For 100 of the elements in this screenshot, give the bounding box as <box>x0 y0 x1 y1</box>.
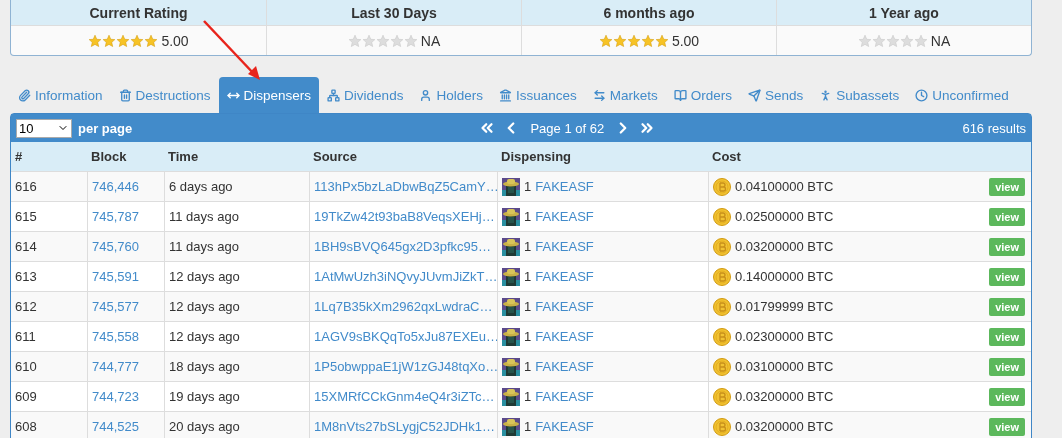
star-icon <box>403 33 418 48</box>
column-header: # <box>11 142 87 172</box>
star-icon <box>347 33 362 48</box>
coin-icon <box>713 417 731 436</box>
per-page-select[interactable]: 10 <box>16 118 72 138</box>
quantity: 1 <box>524 239 532 254</box>
view-button[interactable]: view <box>989 267 1025 286</box>
table-cell: 11 days ago <box>164 202 309 232</box>
quantity: 1 <box>524 419 532 434</box>
asset-link[interactable]: FAKEASF <box>535 359 594 374</box>
rating-header: Current Rating <box>11 0 266 25</box>
star-icon <box>885 33 900 48</box>
tab[interactable]: Sends <box>740 77 812 113</box>
tab[interactable]: Destructions <box>110 77 219 113</box>
table-cell: 6 days ago <box>164 172 309 202</box>
clock-icon <box>915 88 929 102</box>
star-icon <box>389 33 404 48</box>
star-icon <box>654 33 669 48</box>
source-link[interactable]: 1AGV9sBKQqTo5xJu87EXEu… <box>314 329 497 344</box>
asset-link[interactable]: FAKEASF <box>535 389 594 404</box>
coin-icon <box>713 297 731 316</box>
tab[interactable]: Markets <box>584 77 666 113</box>
source-link[interactable]: 1AtMwUzh3iNQvyJUvmJiZkT… <box>314 269 497 284</box>
column-header: Source <box>309 142 497 172</box>
quantity: 1 <box>524 359 532 374</box>
coin-icon <box>713 177 731 196</box>
asset-link[interactable]: FAKEASF <box>535 299 594 314</box>
cost-amount: 0.04100000 BTC <box>735 179 834 194</box>
asset-link[interactable]: FAKEASF <box>535 209 594 224</box>
column-header: Block <box>87 142 164 172</box>
view-button[interactable]: view <box>989 177 1025 196</box>
send-icon <box>748 88 761 102</box>
column-header: Time <box>164 142 309 172</box>
cost-amount: 0.03100000 BTC <box>735 359 834 374</box>
coin-icon <box>713 387 731 406</box>
quantity: 1 <box>524 179 532 194</box>
coin-icon <box>713 327 731 346</box>
view-button[interactable]: view <box>989 297 1025 316</box>
coin-icon <box>713 357 731 376</box>
user-icon <box>419 88 433 102</box>
block-link[interactable]: 745,591 <box>92 269 139 284</box>
trash-icon <box>118 88 132 102</box>
table-cell: 12 days ago <box>164 292 309 322</box>
tab[interactable]: Orders <box>665 77 740 113</box>
asset-link[interactable]: FAKEASF <box>535 179 594 194</box>
view-button[interactable]: view <box>989 207 1025 226</box>
asset-link[interactable]: FAKEASF <box>535 269 594 284</box>
view-button[interactable]: view <box>989 387 1025 406</box>
tab[interactable]: Dividends <box>319 77 412 113</box>
cost-amount: 0.03200000 BTC <box>735 419 834 434</box>
rating-value: NA <box>930 32 951 49</box>
star-icon <box>102 33 117 48</box>
star-icon <box>598 33 613 48</box>
table-cell: 612 <box>11 292 87 322</box>
star-icon <box>88 33 103 48</box>
table-cell: 614 <box>11 232 87 262</box>
tab[interactable]: Dispensers <box>218 77 320 113</box>
sitemap-icon <box>327 88 341 102</box>
cost-amount: 0.02300000 BTC <box>735 329 834 344</box>
tab[interactable]: Subassets <box>811 77 908 113</box>
block-link[interactable]: 745,558 <box>92 329 139 344</box>
source-link[interactable]: 15XMRfCCkGnm4eQ4r3iZTc… <box>314 389 495 404</box>
star-icon <box>899 33 914 48</box>
quantity: 1 <box>524 389 532 404</box>
tab[interactable]: Information <box>10 77 111 113</box>
view-button[interactable]: view <box>989 327 1025 346</box>
view-button[interactable]: view <box>989 417 1025 436</box>
cost-amount: 0.01799999 BTC <box>735 299 834 314</box>
star-icon <box>913 33 928 48</box>
coin-icon <box>713 207 731 226</box>
table-cell: 610 <box>11 352 87 382</box>
book-icon <box>673 88 687 102</box>
results-count: 616 results <box>962 120 1026 136</box>
tab[interactable]: Unconfirmed <box>907 77 1017 113</box>
paperclip-icon <box>18 88 31 102</box>
view-button[interactable]: view <box>989 237 1025 256</box>
block-link[interactable]: 744,723 <box>92 389 139 404</box>
tab[interactable]: Issuances <box>490 77 585 113</box>
cost-amount: 0.14000000 BTC <box>735 269 834 284</box>
cost-amount: 0.03200000 BTC <box>735 389 834 404</box>
quantity: 1 <box>524 329 532 344</box>
source-link[interactable]: 19TkZw42t93baB8VeqsXEHj… <box>314 209 495 224</box>
star-icon <box>130 33 145 48</box>
column-header: Cost <box>708 142 1031 172</box>
asset-link[interactable]: FAKEASF <box>535 329 594 344</box>
rating-value: 5.00 <box>671 32 700 49</box>
table-cell: 19 days ago <box>164 382 309 412</box>
star-icon <box>871 33 886 48</box>
asset-link[interactable]: FAKEASF <box>535 419 594 434</box>
view-button[interactable]: view <box>989 357 1025 376</box>
cost-amount: 0.03200000 BTC <box>735 239 834 254</box>
cost-amount: 0.02500000 BTC <box>735 209 834 224</box>
star-icon <box>626 33 641 48</box>
rating-header: 1 Year ago <box>777 0 1031 25</box>
star-icon <box>612 33 627 48</box>
star-icon <box>857 33 872 48</box>
table-cell: 608 <box>11 412 87 438</box>
asset-link[interactable]: FAKEASF <box>535 239 594 254</box>
block-link[interactable]: 745,787 <box>92 209 139 224</box>
tab[interactable]: Holders <box>411 77 491 113</box>
